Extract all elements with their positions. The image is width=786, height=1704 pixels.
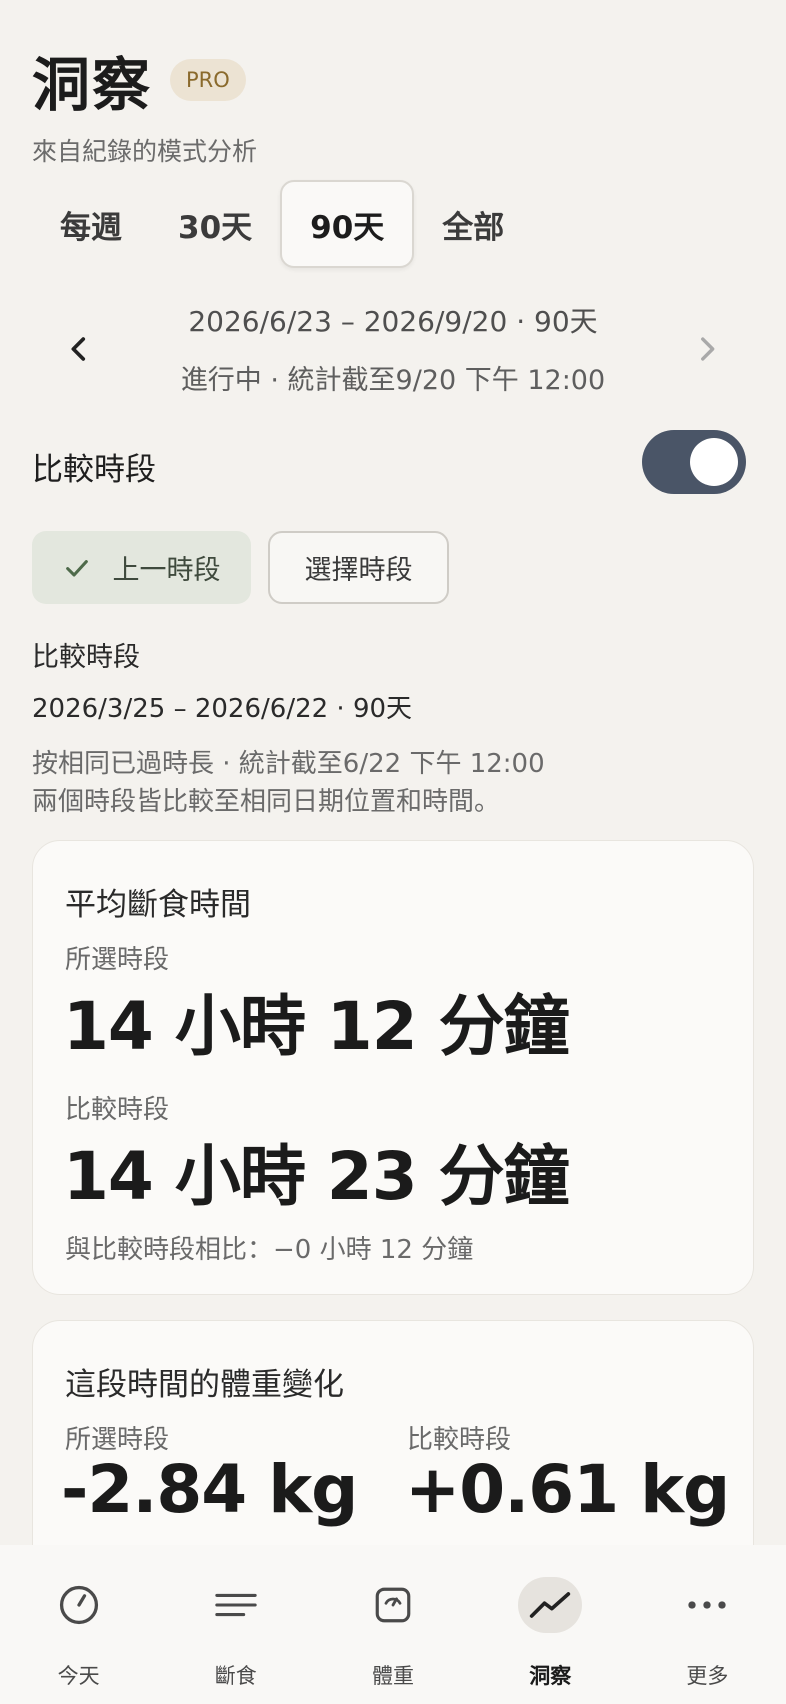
page-header: 洞察 PRO 來自紀錄的模式分析: [32, 38, 257, 168]
selected-period-label: 所選時段: [65, 945, 170, 975]
tab-more[interactable]: 更多: [629, 1545, 786, 1704]
tab-more-label: 更多: [686, 1664, 729, 1688]
period-text: 2026/6/23 – 2026/9/20 · 90天 進行中 · 統計截至9/…: [32, 300, 754, 397]
chevron-left-icon[interactable]: [62, 332, 96, 366]
previous-period-chip-label: 上一時段: [112, 555, 221, 586]
period-status: 進行中 · 統計截至9/20 下午 12:00: [180, 365, 606, 396]
tab-weekly[interactable]: 每週: [32, 180, 150, 268]
tab-90-days[interactable]: 90天: [280, 180, 415, 268]
range-tabs: 每週 30天 90天 全部: [32, 180, 532, 268]
fasting-diff-note: 與比較時段相比：−0 小時 12 分鐘: [65, 1235, 474, 1265]
trend-icon: [518, 1577, 583, 1633]
tab-fasting[interactable]: 斷食: [157, 1545, 314, 1704]
selected-fasting-value: 14 小時 12 分鐘: [63, 988, 570, 1065]
fasting-average-card: 平均斷食時間 所選時段 14 小時 12 分鐘 比較時段 14 小時 23 分鐘…: [32, 840, 754, 1295]
tab-insights[interactable]: 洞察: [472, 1545, 629, 1704]
previous-period-chip[interactable]: 上一時段: [32, 531, 251, 604]
compare-note-line-2: 兩個時段皆比較至相同日期位置和時間。: [32, 787, 501, 817]
tab-30-days[interactable]: 30天: [150, 180, 280, 268]
check-icon: [65, 559, 88, 577]
period-range: 2026/6/23 – 2026/9/20 · 90天: [188, 305, 598, 338]
compare-chips: 上一時段 選擇時段: [32, 531, 449, 604]
compare-fasting-value: 14 小時 23 分鐘: [63, 1138, 570, 1215]
tab-insights-label: 洞察: [529, 1664, 572, 1688]
compare-info-range: 2026/3/25 – 2026/6/22 · 90天: [32, 694, 413, 724]
page-title: 洞察: [32, 51, 153, 119]
compare-note-line-1: 按相同已過時長 · 統計截至6/22 下午 12:00: [32, 749, 545, 779]
compare-info-note: 按相同已過時長 · 統計截至6/22 下午 12:00 兩個時段皆比較至相同日期…: [32, 745, 545, 821]
compare-info-label: 比較時段: [32, 642, 140, 673]
tab-all[interactable]: 全部: [414, 180, 532, 268]
compare-period-label: 比較時段: [65, 1095, 170, 1125]
select-period-chip[interactable]: 選擇時段: [268, 531, 449, 604]
card-title: 平均斷食時間: [65, 887, 251, 923]
title-row: 洞察 PRO: [32, 38, 257, 122]
lines-icon: [204, 1577, 268, 1633]
compare-toggle[interactable]: [642, 430, 746, 494]
bottom-tab-bar: 今天 斷食 體重 洞察 更多: [0, 1545, 786, 1704]
page-subtitle: 來自紀錄的模式分析: [32, 137, 258, 166]
clock-icon: [47, 1577, 111, 1633]
tab-weight-label: 體重: [372, 1664, 414, 1688]
compare-info: 比較時段 2026/3/25 – 2026/6/22 · 90天 按相同已過時長…: [32, 635, 545, 821]
tab-fasting-label: 斷食: [214, 1664, 257, 1688]
compare-toggle-label: 比較時段: [32, 452, 156, 488]
pro-badge: PRO: [170, 59, 246, 101]
selected-weight-value: -2.84 kg: [61, 1451, 358, 1528]
more-icon: [675, 1577, 739, 1633]
scale-icon: [361, 1577, 425, 1633]
chevron-right-icon[interactable]: [690, 332, 724, 366]
tab-today-label: 今天: [57, 1664, 100, 1688]
compare-weight-value: +0.61 kg: [405, 1451, 730, 1528]
tab-today[interactable]: 今天: [0, 1545, 157, 1704]
compare-row: 比較時段: [32, 430, 746, 496]
toggle-knob: [690, 438, 738, 486]
card-title: 這段時間的體重變化: [65, 1367, 344, 1403]
period-navigator: 2026/6/23 – 2026/9/20 · 90天 進行中 · 統計截至9/…: [32, 300, 754, 396]
tab-weight[interactable]: 體重: [314, 1545, 471, 1704]
